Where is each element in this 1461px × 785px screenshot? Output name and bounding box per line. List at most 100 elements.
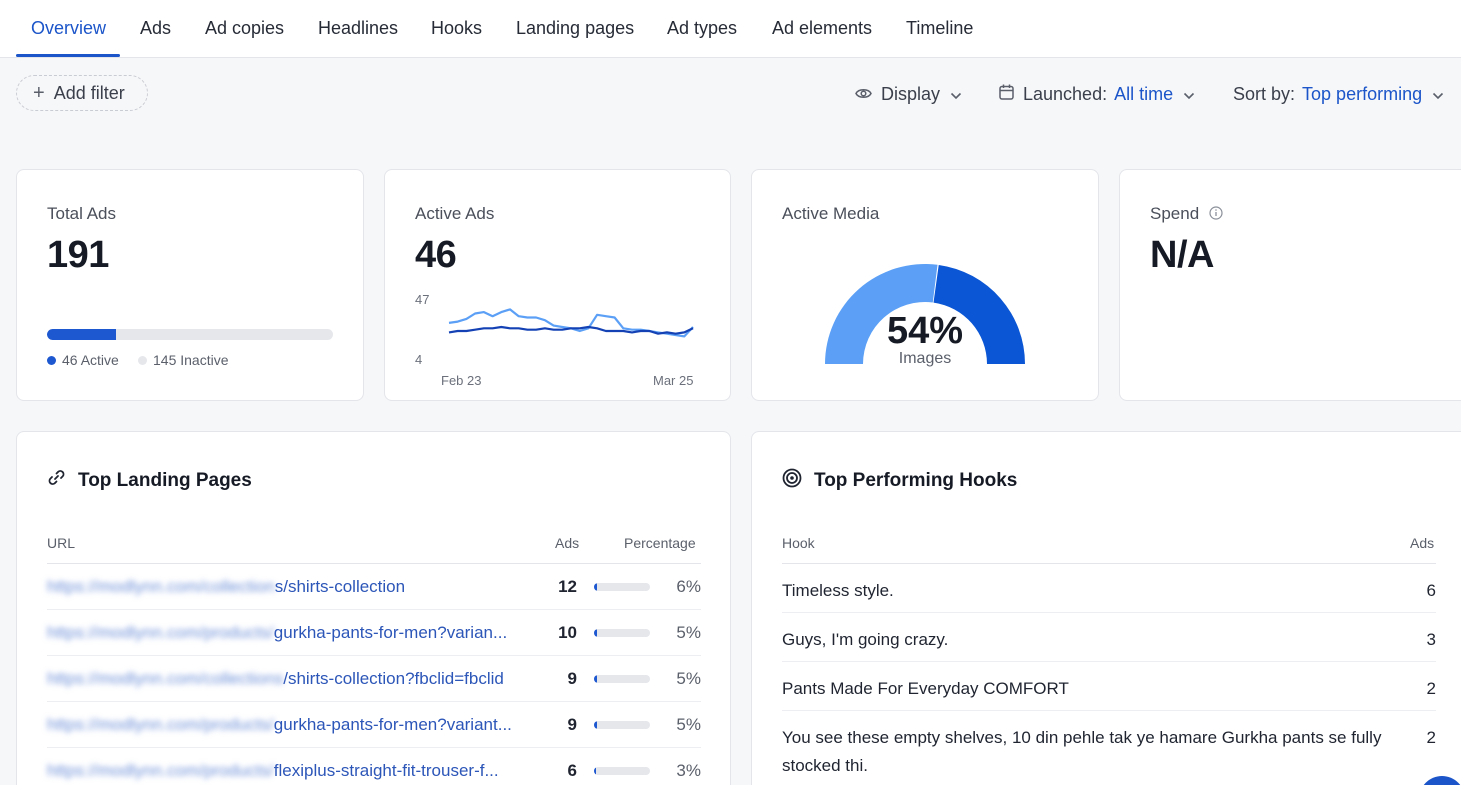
landing-url[interactable]: https://modlynn.com/products/gurkha-pant… bbox=[47, 715, 512, 735]
active-media-card: Active Media 54% Images bbox=[751, 169, 1099, 401]
row-percentage: 5% bbox=[676, 715, 701, 734]
table-row[interactable]: Pants Made For Everyday COMFORT 2 bbox=[782, 662, 1436, 711]
row-ads-count: 6 bbox=[567, 761, 577, 780]
row-ads-count: 9 bbox=[567, 669, 577, 688]
active-ads-value: 46 bbox=[415, 234, 457, 276]
landing-url[interactable]: https://modlynn.com/collections/shirts-c… bbox=[47, 669, 504, 689]
tab-ad-types[interactable]: Ad types bbox=[667, 18, 737, 39]
row-ads-count: 12 bbox=[558, 577, 577, 596]
launched-dropdown[interactable]: Launched: All time bbox=[999, 84, 1195, 105]
hook-ads-count: 2 bbox=[1426, 728, 1436, 747]
hook-ads-count: 6 bbox=[1426, 581, 1436, 600]
col-url: URL bbox=[47, 535, 76, 551]
row-ads-count: 10 bbox=[558, 623, 577, 642]
row-percentage: 3% bbox=[676, 761, 701, 780]
target-icon bbox=[782, 468, 802, 494]
calendar-icon bbox=[999, 84, 1014, 105]
table-row[interactable]: You see these empty shelves, 10 din pehl… bbox=[782, 711, 1436, 785]
tab-bar: Overview Ads Ad copies Headlines Hooks L… bbox=[0, 0, 1461, 58]
hooks-title-text: Top Performing Hooks bbox=[814, 470, 1018, 491]
landing-title: Top Landing Pages bbox=[47, 468, 252, 493]
inactive-dot bbox=[138, 355, 147, 365]
row-percentage-bar bbox=[594, 675, 650, 683]
active-ads-sparkline bbox=[448, 308, 694, 338]
row-percentage: 6% bbox=[676, 577, 701, 596]
add-filter-button[interactable]: + Add filter bbox=[16, 75, 148, 111]
tab-hooks[interactable]: Hooks bbox=[431, 18, 482, 39]
col-ads: Ads bbox=[555, 535, 580, 551]
x-end-label: Mar 25 bbox=[653, 373, 694, 388]
row-percentage-bar bbox=[594, 767, 650, 775]
tab-landing-pages[interactable]: Landing pages bbox=[516, 18, 634, 39]
hooks-title: Top Performing Hooks bbox=[782, 468, 1017, 494]
table-row[interactable]: Timeless style. 6 bbox=[782, 564, 1436, 613]
tab-ads[interactable]: Ads bbox=[140, 18, 171, 39]
tab-ad-elements[interactable]: Ad elements bbox=[772, 18, 872, 39]
row-percentage-bar bbox=[594, 721, 650, 729]
hook-text: Guys, I'm going crazy. bbox=[782, 630, 949, 649]
active-ratio-bar bbox=[47, 329, 333, 340]
row-percentage: 5% bbox=[676, 623, 701, 642]
tab-ad-copies[interactable]: Ad copies bbox=[205, 18, 284, 39]
table-row[interactable]: Guys, I'm going crazy. 3 bbox=[782, 613, 1436, 662]
gauge-percent: 54% bbox=[886, 310, 964, 352]
sort-value: Top performing bbox=[1302, 84, 1423, 104]
table-row[interactable]: https://modlynn.com/products/flexiplus-s… bbox=[47, 748, 701, 785]
table-row[interactable]: https://modlynn.com/products/gurkha-pant… bbox=[47, 702, 701, 748]
sort-dropdown[interactable]: Sort by: Top performing bbox=[1233, 84, 1444, 105]
table-row[interactable]: https://modlynn.com/collections/shirts-c… bbox=[47, 656, 701, 702]
top-landing-pages-card: Top Landing Pages URL Ads Percentage htt… bbox=[16, 431, 731, 785]
chevron-down-icon bbox=[1432, 84, 1444, 105]
tab-headlines[interactable]: Headlines bbox=[318, 18, 398, 39]
row-percentage-bar bbox=[594, 629, 650, 637]
chevron-down-icon bbox=[1183, 84, 1195, 105]
total-ads-label: Total Ads bbox=[47, 204, 116, 223]
hook-text: You see these empty shelves, 10 din pehl… bbox=[782, 728, 1382, 775]
active-dot bbox=[47, 355, 56, 365]
spend-label: Spend bbox=[1150, 204, 1200, 223]
active-legend-label: 46 Active bbox=[62, 352, 119, 368]
hook-ads-count: 3 bbox=[1426, 630, 1436, 649]
row-ads-count: 9 bbox=[567, 715, 577, 734]
inactive-legend-label: 145 Inactive bbox=[153, 352, 229, 368]
landing-url[interactable]: https://modlynn.com/products/gurkha-pant… bbox=[47, 623, 507, 643]
hook-text: Timeless style. bbox=[782, 581, 894, 600]
col-hook: Hook bbox=[782, 535, 815, 551]
chevron-down-icon bbox=[950, 84, 962, 105]
inactive-legend: 145 Inactive bbox=[138, 352, 229, 368]
active-legend: 46 Active bbox=[47, 352, 119, 368]
landing-url[interactable]: https://modlynn.com/products/flexiplus-s… bbox=[47, 761, 499, 781]
spend-card: Spend N/A bbox=[1119, 169, 1461, 401]
col-percentage: Percentage bbox=[624, 535, 696, 551]
total-ads-card: Total Ads 191 46 Active 145 Inactive bbox=[16, 169, 364, 401]
hook-ads-count: 2 bbox=[1426, 679, 1436, 698]
launched-value: All time bbox=[1114, 84, 1174, 104]
spend-value: N/A bbox=[1150, 234, 1214, 276]
link-icon bbox=[47, 468, 66, 493]
add-filter-label: Add filter bbox=[53, 82, 125, 103]
top-hooks-card: Top Performing Hooks Hook Ads Timeless s… bbox=[751, 431, 1461, 785]
landing-title-text: Top Landing Pages bbox=[78, 469, 252, 491]
info-icon[interactable] bbox=[1209, 205, 1223, 225]
sparkline-series-2 bbox=[448, 325, 694, 335]
row-percentage-bar bbox=[594, 583, 650, 591]
landing-url[interactable]: https://modlynn.com/collections/shirts-c… bbox=[47, 577, 405, 597]
total-ads-value: 191 bbox=[47, 234, 109, 276]
y-max-label: 47 bbox=[415, 292, 430, 307]
launched-label: Launched: bbox=[1023, 84, 1108, 104]
plus-icon: + bbox=[33, 82, 45, 104]
row-percentage-fill bbox=[594, 629, 597, 637]
col-ads: Ads bbox=[1410, 535, 1435, 551]
y-min-label: 4 bbox=[415, 352, 423, 367]
row-percentage-fill bbox=[594, 721, 597, 729]
sort-label: Sort by: bbox=[1233, 84, 1296, 104]
tab-overview[interactable]: Overview bbox=[31, 18, 106, 39]
table-row[interactable]: https://modlynn.com/products/gurkha-pant… bbox=[47, 610, 701, 656]
active-ratio-fill bbox=[47, 329, 116, 340]
active-ads-card: Active Ads 46 47 4 Feb 23 Mar 25 bbox=[384, 169, 731, 401]
display-dropdown[interactable]: Display bbox=[855, 84, 962, 105]
tab-timeline[interactable]: Timeline bbox=[906, 18, 973, 39]
table-row[interactable]: https://modlynn.com/collections/shirts-c… bbox=[47, 564, 701, 610]
eye-icon bbox=[855, 84, 872, 105]
active-ads-label: Active Ads bbox=[415, 204, 495, 223]
